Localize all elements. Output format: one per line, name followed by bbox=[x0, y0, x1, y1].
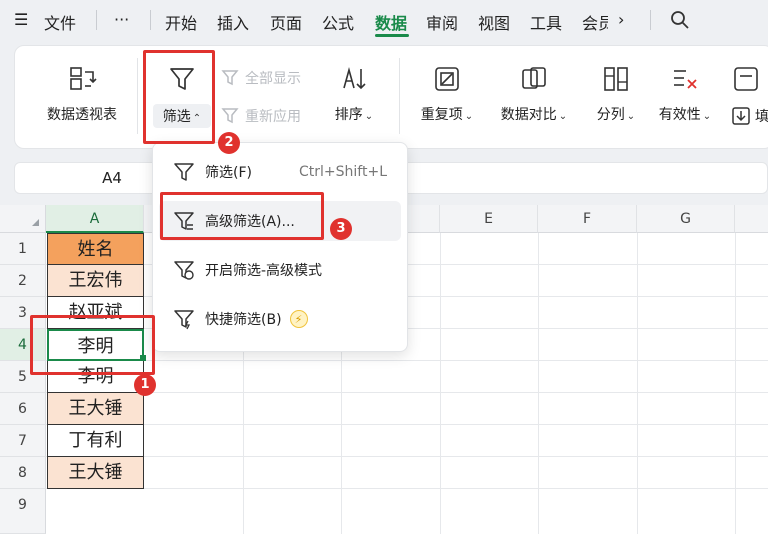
step-badge-1: 1 bbox=[134, 374, 156, 396]
tab-member[interactable]: 会员 bbox=[582, 10, 608, 34]
validity-icon bbox=[670, 64, 700, 94]
row-header-7[interactable]: 7 bbox=[0, 425, 46, 457]
pivot-table-button[interactable]: 数据透视表 bbox=[37, 64, 127, 124]
sort-button[interactable]: 排序 ⌄ bbox=[325, 64, 383, 124]
cell-a7[interactable]: 丁有利 bbox=[47, 425, 144, 457]
menu-separator bbox=[150, 10, 151, 30]
compare-icon bbox=[519, 64, 549, 94]
pivot-table-icon bbox=[67, 64, 97, 94]
tab-tools[interactable]: 工具 bbox=[530, 10, 562, 34]
reapply-icon bbox=[221, 108, 239, 124]
ribbon-separator bbox=[399, 58, 400, 134]
cell-a2[interactable]: 王宏伟 bbox=[47, 265, 144, 297]
tab-page[interactable]: 页面 bbox=[270, 10, 302, 34]
menu-icon[interactable]: ☰ bbox=[14, 10, 28, 29]
pivot-table-label: 数据透视表 bbox=[47, 107, 117, 123]
fill-secondary-button[interactable]: 填 bbox=[731, 106, 768, 126]
split-column-label: 分列 ⌄ bbox=[596, 107, 636, 123]
row-header-1[interactable]: 1 bbox=[0, 233, 46, 265]
column-header-e[interactable]: E bbox=[440, 205, 538, 233]
menu-item-advanced-mode[interactable]: 开启筛选-高级模式 bbox=[159, 250, 401, 290]
show-all-button[interactable]: 全部显示 bbox=[221, 68, 301, 88]
tab-formula[interactable]: 公式 bbox=[322, 10, 354, 34]
quick-filter-icon bbox=[174, 310, 194, 330]
data-compare-button[interactable]: 数据对比 ⌄ bbox=[493, 64, 575, 124]
tab-review[interactable]: 审阅 bbox=[426, 10, 458, 34]
sort-icon bbox=[339, 64, 369, 94]
reapply-button[interactable]: 重新应用 bbox=[221, 106, 301, 126]
premium-lightning-icon: ⚡ bbox=[289, 310, 308, 328]
filter-shortcut: Ctrl+Shift+L bbox=[299, 164, 387, 180]
column-header-f[interactable]: F bbox=[538, 205, 637, 233]
ribbon-separator bbox=[137, 58, 138, 134]
search-icon[interactable] bbox=[670, 10, 690, 34]
filter-dropdown-menu: 筛选(F) Ctrl+Shift+L 高级筛选(A)... 开启筛选-高级模式 … bbox=[152, 142, 408, 352]
duplicates-icon bbox=[432, 64, 462, 94]
validity-button[interactable]: 有效性 ⌄ bbox=[651, 64, 719, 124]
menu-item-advanced-mode-label: 开启筛选-高级模式 bbox=[205, 263, 323, 279]
formula-bar[interactable] bbox=[395, 162, 768, 194]
row-header-6[interactable]: 6 bbox=[0, 393, 46, 425]
row-header-2[interactable]: 2 bbox=[0, 265, 46, 297]
fill-icon bbox=[731, 64, 759, 94]
cell-a6[interactable]: 王大锤 bbox=[47, 393, 144, 425]
menu-file[interactable]: 文件 bbox=[44, 10, 76, 34]
duplicates-button[interactable]: 重复项 ⌄ bbox=[413, 64, 481, 124]
highlight-filter-button bbox=[143, 50, 215, 144]
split-column-button[interactable]: 分列 ⌄ bbox=[589, 64, 643, 124]
column-header-h[interactable] bbox=[735, 205, 768, 233]
more-menu-button[interactable]: ··· bbox=[114, 10, 129, 29]
filter-icon bbox=[174, 163, 194, 181]
tab-insert[interactable]: 插入 bbox=[217, 10, 249, 34]
active-tab-indicator bbox=[375, 34, 409, 37]
fill-down-icon bbox=[732, 107, 750, 125]
tab-data[interactable]: 数据 bbox=[375, 10, 407, 34]
show-all-icon bbox=[221, 70, 239, 86]
highlight-advanced-filter bbox=[160, 192, 324, 240]
advanced-mode-icon bbox=[174, 261, 194, 280]
menu-item-filter[interactable]: 筛选(F) Ctrl+Shift+L bbox=[159, 152, 401, 192]
duplicates-label: 重复项 ⌄ bbox=[420, 107, 474, 123]
data-compare-label: 数据对比 ⌄ bbox=[500, 107, 568, 123]
cell-a8[interactable]: 王大锤 bbox=[47, 457, 144, 489]
validity-label: 有效性 ⌄ bbox=[658, 107, 712, 123]
menu-separator bbox=[650, 10, 651, 30]
tab-home[interactable]: 开始 bbox=[165, 10, 197, 34]
menu-item-quick-filter[interactable]: 快捷筛选(B) ⚡ bbox=[159, 299, 401, 339]
row-header-8[interactable]: 8 bbox=[0, 457, 46, 489]
tab-view[interactable]: 视图 bbox=[478, 10, 510, 34]
select-all-corner[interactable] bbox=[0, 205, 46, 233]
step-badge-3: 3 bbox=[330, 218, 352, 240]
column-header-a[interactable]: A bbox=[46, 205, 144, 233]
cell-a1[interactable]: 姓名 bbox=[47, 233, 144, 265]
step-badge-2: 2 bbox=[218, 132, 240, 154]
row-header-9[interactable]: 9 bbox=[0, 489, 46, 534]
column-header-g[interactable]: G bbox=[637, 205, 735, 233]
menu-item-filter-label: 筛选(F) bbox=[205, 165, 252, 181]
sort-label: 排序 ⌄ bbox=[334, 107, 374, 123]
split-icon bbox=[601, 64, 631, 94]
menu-item-quick-filter-label: 快捷筛选(B) bbox=[205, 312, 282, 328]
highlight-cell-a4 bbox=[30, 315, 155, 375]
menu-separator bbox=[96, 10, 97, 30]
scroll-tabs-right-icon[interactable]: › bbox=[618, 10, 624, 29]
menu-bar: ☰ 文件 ··· 开始 插入 页面 公式 数据 审阅 视图 工具 会员 › bbox=[0, 0, 768, 40]
fill-button[interactable] bbox=[731, 64, 759, 94]
ribbon-toolbar: 数据透视表 筛选 ⌃ 全部显示 重新应用 排序 ⌄ 重复项 ⌄ 数据对比 ⌄ 分… bbox=[14, 45, 768, 149]
